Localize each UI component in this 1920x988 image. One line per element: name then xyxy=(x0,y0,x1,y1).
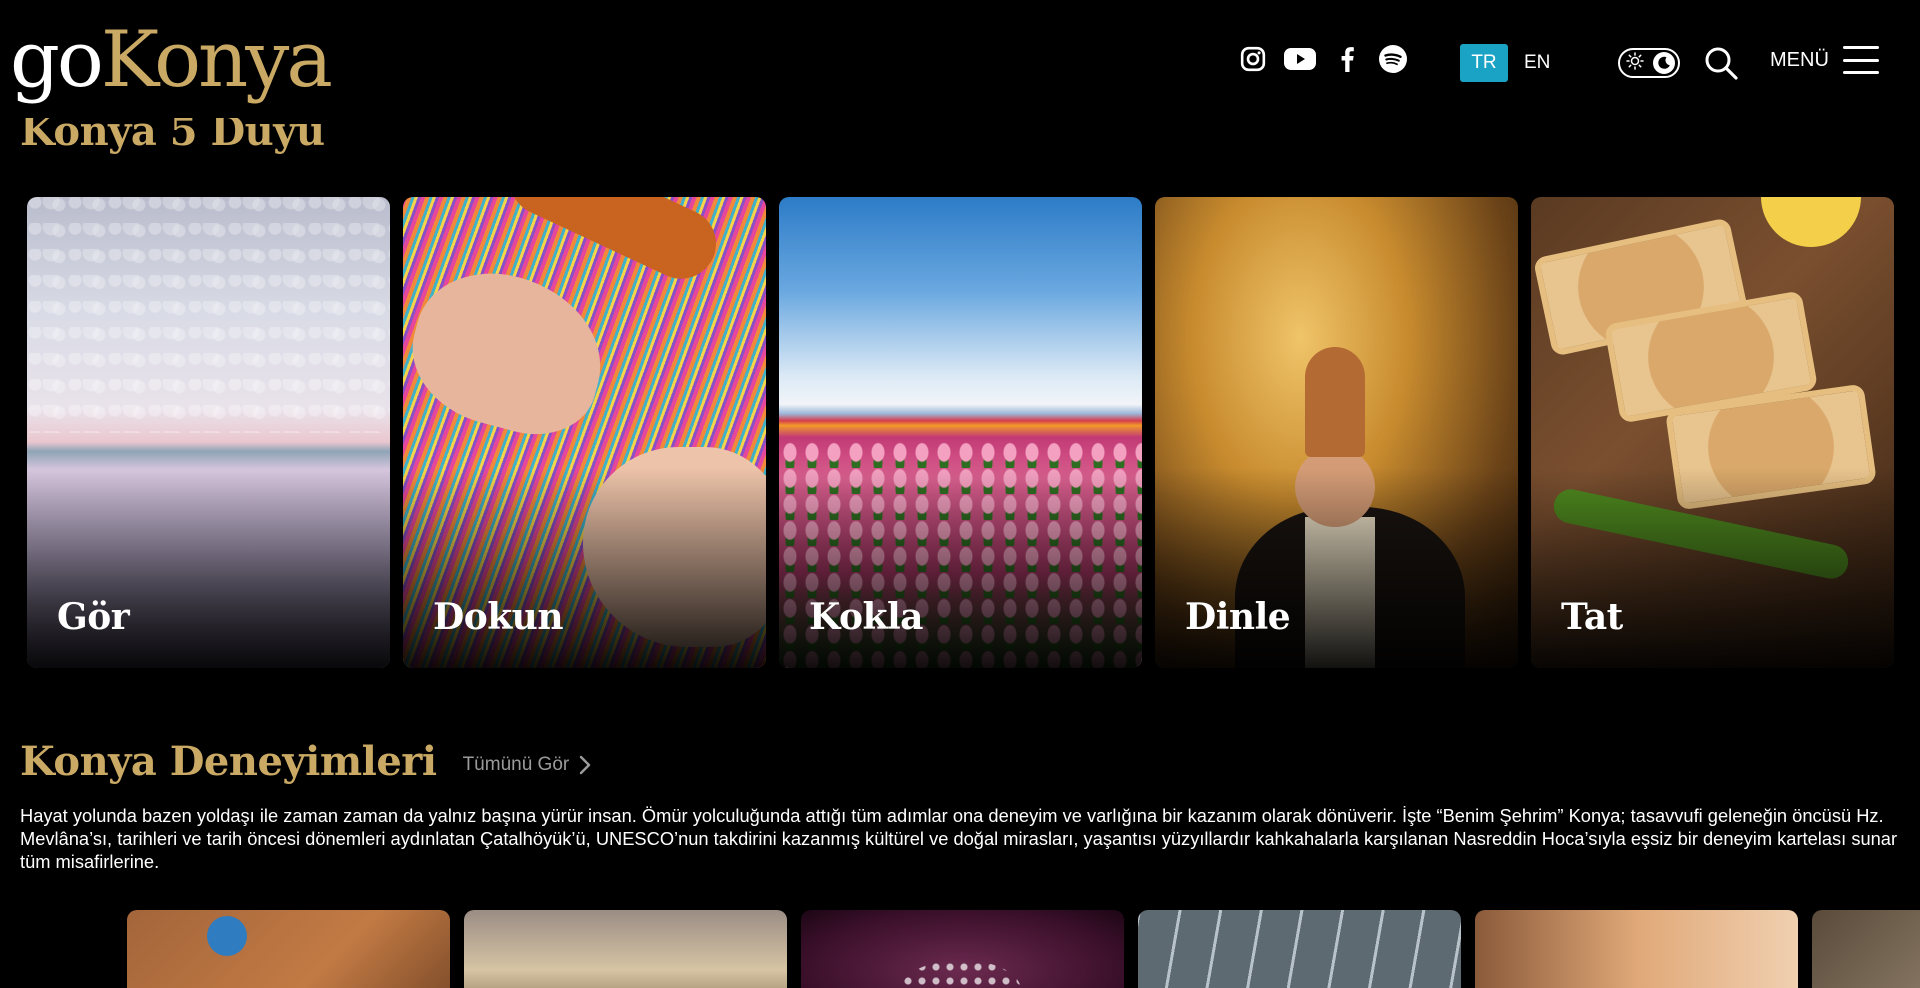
experience-card[interactable] xyxy=(1138,910,1461,988)
experience-card-row xyxy=(127,910,1920,988)
experience-card[interactable] xyxy=(801,910,1124,988)
menu-button[interactable]: MENÜ xyxy=(1770,46,1879,74)
section-description: Hayat yolunda bazen yoldaşı ile zaman za… xyxy=(20,805,1898,872)
card-label: Gör xyxy=(57,596,130,638)
card-label: Tat xyxy=(1561,596,1623,638)
lang-en-button[interactable]: EN xyxy=(1524,52,1550,74)
lemon-shape xyxy=(1761,197,1861,247)
logo-go: go xyxy=(10,15,104,105)
moon-icon xyxy=(1653,52,1675,74)
sun-icon xyxy=(1626,51,1644,75)
instagram-icon[interactable] xyxy=(1238,44,1268,74)
figure-hat xyxy=(1305,347,1365,457)
card-gradient xyxy=(779,468,1142,668)
experience-card[interactable] xyxy=(127,910,450,988)
site-logo[interactable]: goKonya xyxy=(10,10,333,110)
spotify-icon[interactable] xyxy=(1378,44,1408,74)
section-title-deneyimler: Konya Deneyimleri xyxy=(20,738,437,785)
lang-tr-button[interactable]: TR xyxy=(1460,44,1508,82)
theme-toggle[interactable] xyxy=(1618,48,1680,78)
hamburger-icon xyxy=(1842,46,1879,74)
logo-konya: Konya xyxy=(100,15,333,105)
card-dinle[interactable]: Dinle xyxy=(1155,197,1518,668)
facebook-icon[interactable] xyxy=(1332,44,1362,74)
experience-card[interactable] xyxy=(1475,910,1798,988)
card-dokun[interactable]: Dokun xyxy=(403,197,766,668)
social-links xyxy=(1238,44,1424,74)
menu-label: MENÜ xyxy=(1770,48,1829,71)
search-icon[interactable] xyxy=(1704,46,1738,80)
card-label: Dinle xyxy=(1185,596,1291,638)
see-all-label: Tümünü Gör xyxy=(462,753,570,775)
weaving-shuttle xyxy=(498,197,728,291)
card-tat[interactable]: Tat xyxy=(1531,197,1894,668)
experience-card[interactable] xyxy=(1812,910,1920,988)
card-gradient xyxy=(27,468,390,668)
card-label: Dokun xyxy=(433,596,564,638)
site-header: goKonya TR EN MENÜ xyxy=(0,0,1920,118)
hand-shape xyxy=(403,254,620,450)
card-label: Kokla xyxy=(809,596,923,638)
language-switcher: TR EN xyxy=(1460,44,1550,82)
card-gradient xyxy=(1531,468,1894,668)
section-header-deneyimler: Konya Deneyimleri Tümünü Gör xyxy=(20,738,591,785)
senses-card-row: Gör Dokun Kokla Dinle Tat xyxy=(27,197,1894,668)
card-gradient xyxy=(403,468,766,668)
card-gor[interactable]: Gör xyxy=(27,197,390,668)
experience-card[interactable] xyxy=(464,910,787,988)
youtube-icon[interactable] xyxy=(1284,44,1316,74)
chevron-right-icon xyxy=(579,755,591,775)
card-kokla[interactable]: Kokla xyxy=(779,197,1142,668)
card-gradient xyxy=(1155,468,1518,668)
see-all-link[interactable]: Tümünü Gör xyxy=(463,754,592,776)
